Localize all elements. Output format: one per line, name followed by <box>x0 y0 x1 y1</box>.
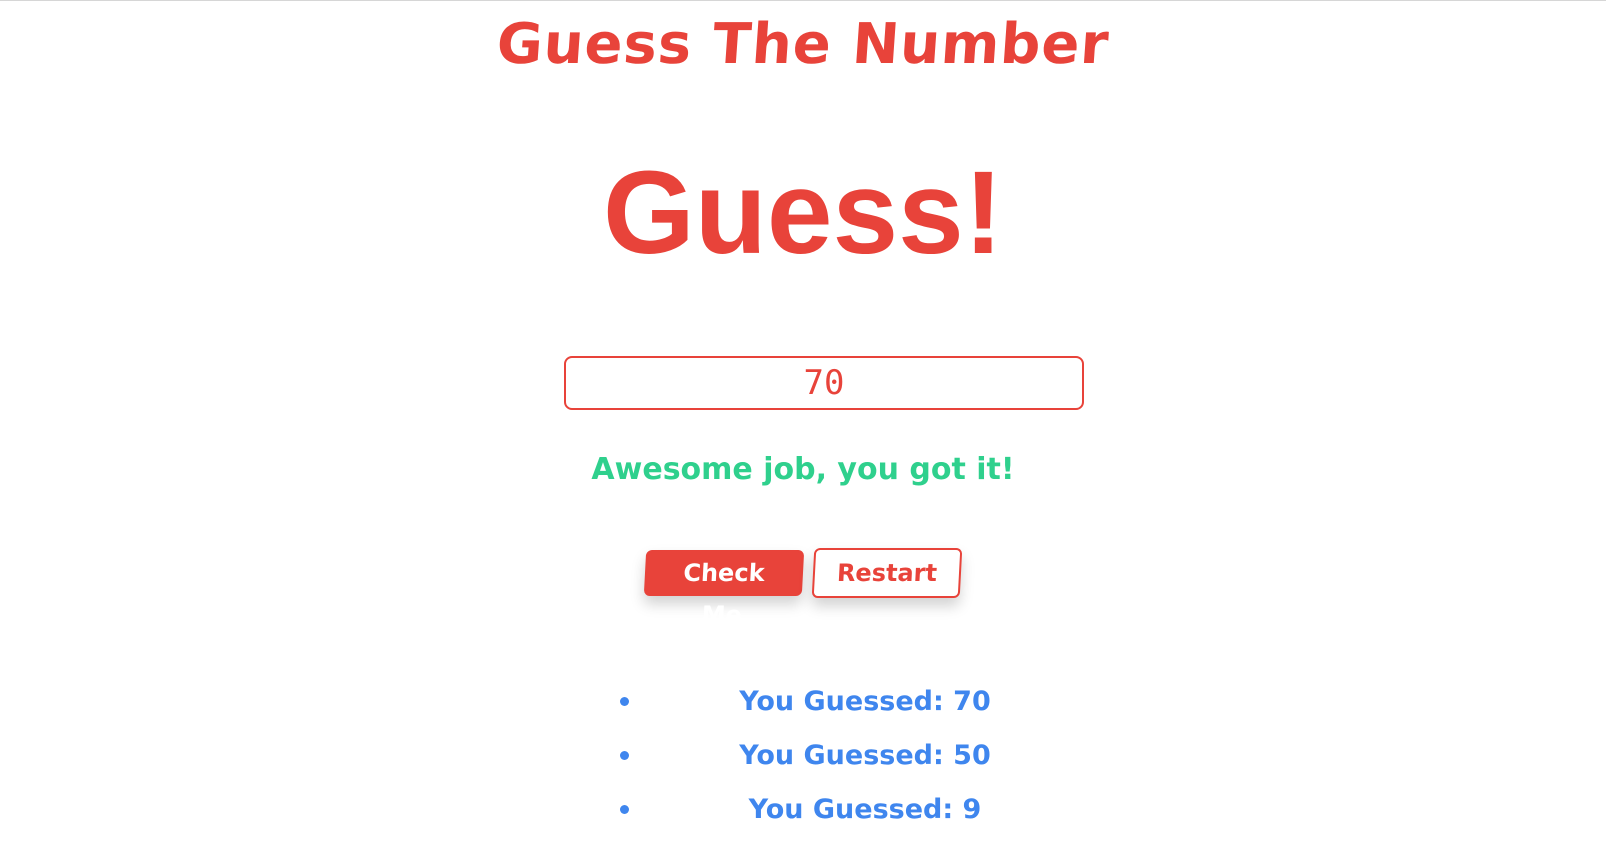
history-entry-text: You Guessed: 70 <box>739 686 991 717</box>
guess-input[interactable] <box>564 356 1084 410</box>
bullet-icon <box>620 751 629 760</box>
bullet-icon <box>620 805 629 814</box>
top-divider <box>0 0 1606 1</box>
history-entry-text: You Guessed: 9 <box>748 794 982 825</box>
result-message: Awesome job, you got it! <box>591 452 1015 487</box>
list-item: You Guessed: 50 <box>620 734 1080 788</box>
guess-history-list: You Guessed: 70 You Guessed: 50 You Gues… <box>620 680 1080 842</box>
restart-button[interactable]: Restart <box>811 548 963 598</box>
bullet-icon <box>620 697 629 706</box>
history-entry-text: You Guessed: 50 <box>739 740 991 771</box>
list-item: You Guessed: 9 <box>620 788 1080 842</box>
page-heading: Guess! <box>602 147 1004 279</box>
button-row: Check Me Restart <box>0 548 1606 629</box>
app-title: Guess The Number <box>494 12 1112 77</box>
check-me-button[interactable]: Check Me <box>643 550 805 629</box>
list-item: You Guessed: 70 <box>620 680 1080 734</box>
